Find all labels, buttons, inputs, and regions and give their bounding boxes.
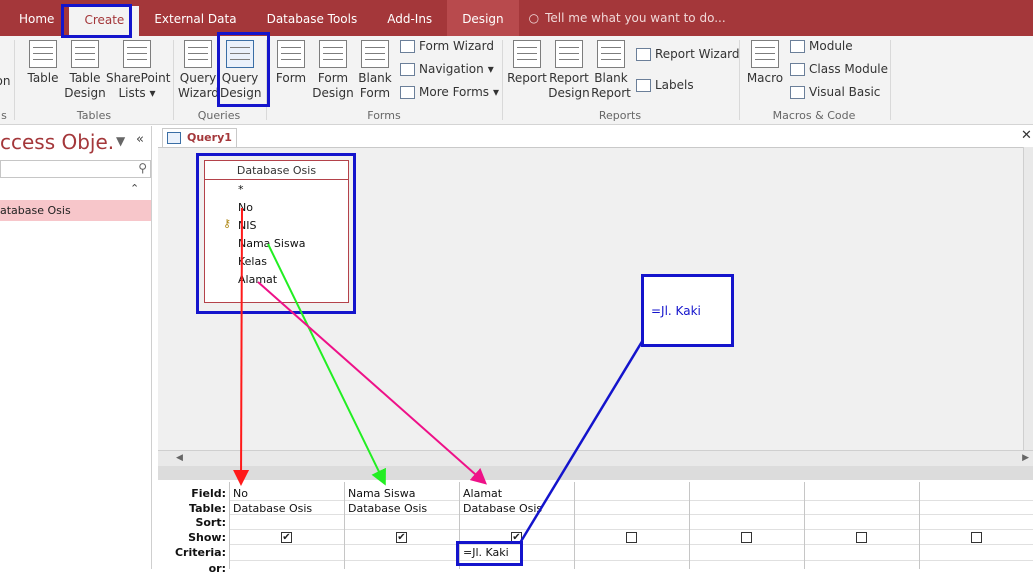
arrow-nama-siswa <box>267 243 386 486</box>
arrow-alamat <box>257 281 487 485</box>
arrow-no <box>233 207 250 486</box>
annotation-arrows <box>233 207 645 544</box>
line-criteria-link <box>518 339 645 544</box>
